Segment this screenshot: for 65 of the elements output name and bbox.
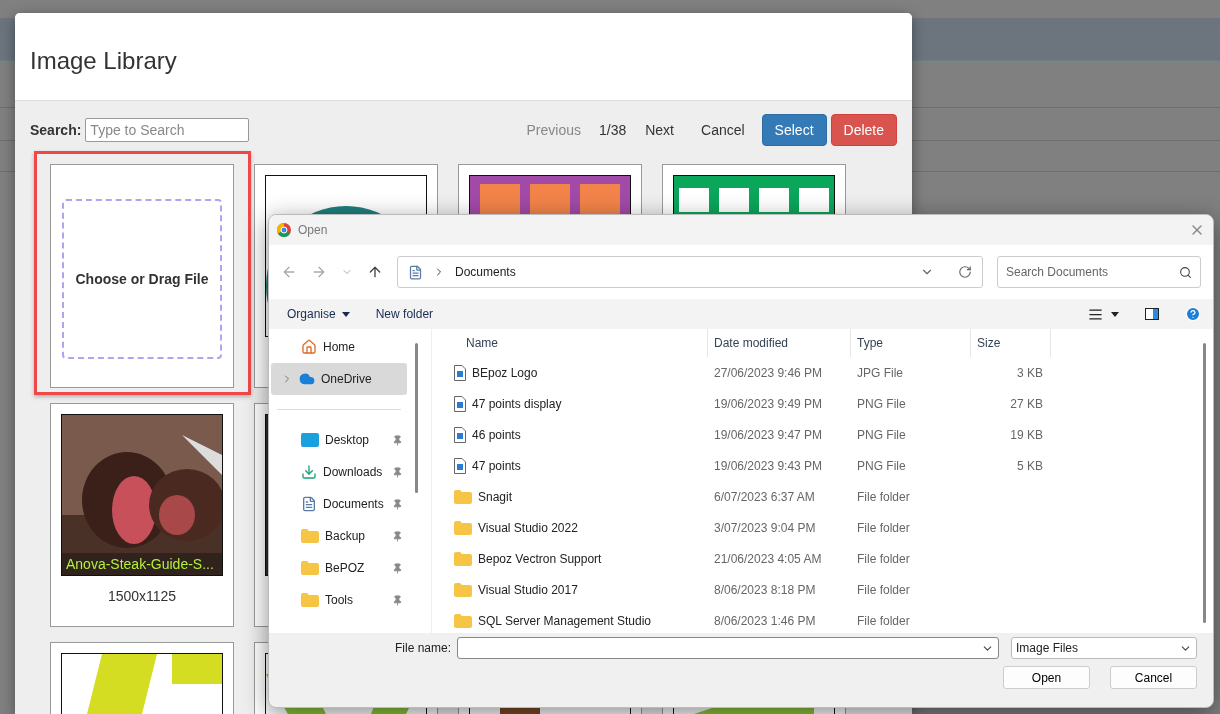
date-cell-text: 19/06/2023 9:49 PM [713,395,824,413]
date-cell-text: 6/07/2023 6:37 AM [713,488,816,506]
search-label: Search: [30,122,82,138]
file-name[interactable]: SQL Server Management Studio [478,613,651,628]
type-cell-text: PNG File [856,426,907,444]
date-cell-text: 19/06/2023 9:47 PM [713,426,824,444]
address-bar[interactable]: Documents [397,256,983,288]
cancel-button[interactable]: Cancel [688,114,758,146]
type-cell-text: PNG File [856,395,907,413]
organise-button[interactable]: Organise [287,307,350,321]
sidebar-item[interactable]: Documents [271,488,407,520]
sidebar-item[interactable]: Downloads [271,456,407,488]
type-cell-text: File folder [856,612,911,630]
file-type-dropdown[interactable]: Image Files [1011,637,1197,659]
size-cell-text: 19 KB [1009,426,1044,444]
date-cell-text: 8/06/2023 1:46 PM [713,612,817,630]
drop-zone[interactable]: Choose or Drag File [62,199,222,359]
sidebar-item[interactable]: BePOZ [271,552,407,584]
date-cell-text: 27/06/2023 9:46 PM [713,364,824,382]
window-title: Open [298,223,328,237]
delete-button[interactable]: Delete [830,114,897,146]
open-button[interactable]: Open [1003,666,1090,689]
sidebar-item[interactable]: Backup [271,520,407,552]
cancel-button[interactable]: Cancel [1110,666,1197,689]
dialog-title: Image Library [30,46,177,75]
date-cell-text: 21/06/2023 4:05 AM [713,550,823,568]
sidebar-item[interactable]: Desktop [271,424,407,456]
type-cell-text: JPG File [856,364,904,382]
size-cell-text: 27 KB [1009,395,1044,413]
search-field[interactable]: Search Documents [997,256,1201,288]
type-cell-text: File folder [856,581,911,599]
column-header[interactable]: Date modified [708,329,851,357]
file-name-label: File name: [394,641,451,655]
sidebar-item[interactable]: Tools [271,584,407,616]
new-folder-button[interactable]: New folder [375,307,434,321]
size-cell-text: 5 KB [1016,457,1044,475]
file-name[interactable]: Bepoz Vectron Support [478,551,602,566]
type-cell-text: File folder [856,550,911,568]
image-caption: Anova-Steak-Guide-S... [62,553,222,575]
type-cell-text: PNG File [856,457,907,475]
type-cell-text: File folder [856,519,911,537]
file-name[interactable]: Snagit [478,489,513,504]
file-name[interactable]: 47 points display [472,396,562,411]
sidebar-item[interactable]: Home [271,331,407,363]
type-cell-text: File folder [856,488,911,506]
file-name[interactable]: Visual Studio 2017 [478,582,578,597]
date-cell-text: 8/06/2023 8:18 PM [713,581,817,599]
select-button[interactable]: Select [761,114,827,146]
sidebar-item[interactable]: OneDrive [271,363,407,395]
column-header[interactable]: Name [432,329,708,357]
address-text: Documents [455,265,517,279]
column-header[interactable]: Type [851,329,971,357]
page-indicator: 1/38 [597,122,628,138]
file-name[interactable]: Visual Studio 2022 [478,520,578,535]
column-header[interactable]: Size [971,329,1051,357]
date-cell-text: 3/07/2023 9:04 PM [713,519,817,537]
search-field[interactable]: Type to Search [85,118,250,142]
date-cell-text: 19/06/2023 9:43 PM [713,457,824,475]
file-name[interactable]: 47 points [472,458,521,473]
file-name[interactable]: BEpoz Logo [472,365,538,380]
image-size: 1500x1125 [107,588,177,604]
file-name[interactable]: 46 points [472,427,521,442]
upload-tile[interactable]: Choose or Drag File [34,151,251,395]
size-cell-text: 3 KB [1016,364,1044,382]
image-tile[interactable]: Anova-Steak-Guide-S... 1500x1125 [50,403,234,627]
